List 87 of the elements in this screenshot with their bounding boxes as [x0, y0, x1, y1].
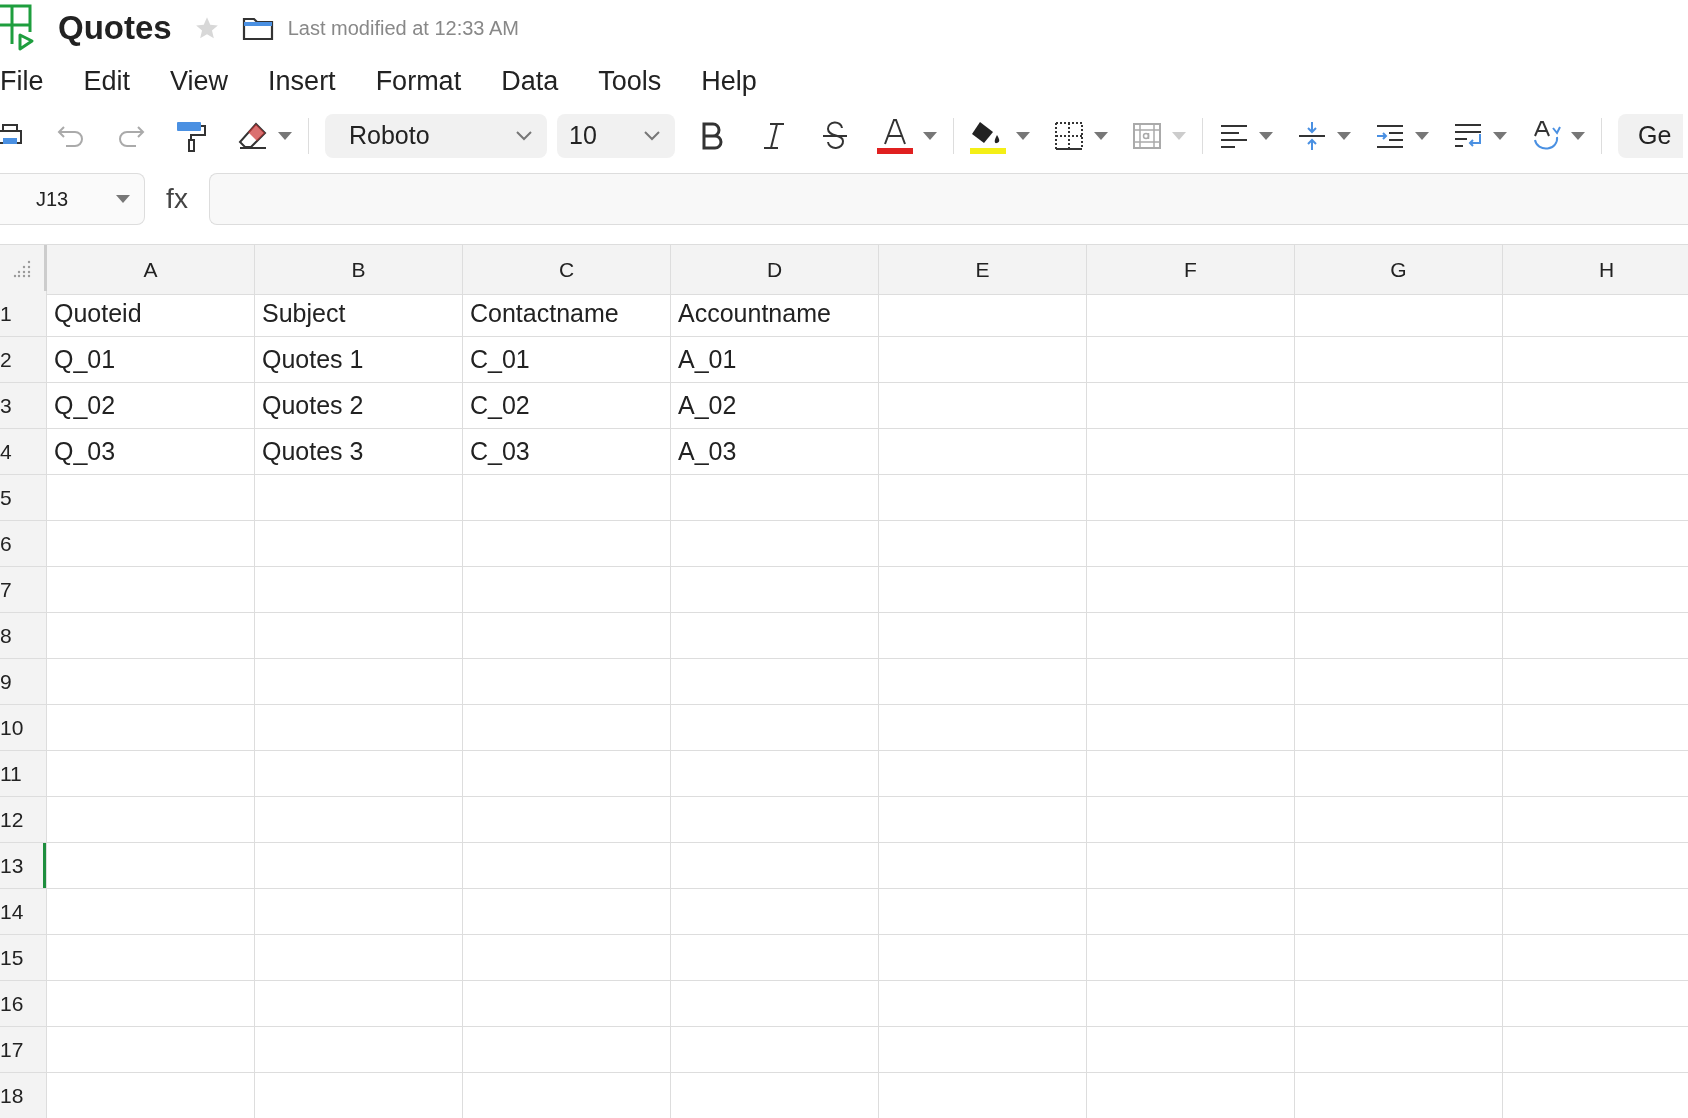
text-wrap-icon[interactable] [1453, 122, 1483, 150]
column-header[interactable]: A [47, 245, 255, 295]
caret-icon[interactable] [923, 132, 937, 140]
last-modified-text: Last modified at 12:33 AM [287, 16, 519, 41]
formula-label: fx [165, 182, 189, 216]
row-header[interactable]: 18 [0, 1073, 47, 1118]
caret-icon[interactable] [1016, 132, 1030, 140]
table-cell: C_01 [463, 337, 671, 383]
indent-icon[interactable] [1375, 123, 1405, 149]
column-header[interactable]: G [1295, 245, 1503, 295]
undo-icon[interactable] [56, 123, 86, 149]
row-header[interactable]: 6 [0, 521, 47, 567]
menu-item[interactable]: Format [355, 60, 482, 102]
row-header[interactable]: 15 [0, 935, 47, 981]
caret-icon[interactable] [278, 132, 292, 140]
column-header[interactable]: H [1503, 245, 1688, 295]
row-header[interactable]: 7 [0, 567, 47, 613]
text-rotation-icon[interactable] [1531, 120, 1561, 152]
font-size-dropdown[interactable]: 10 [557, 114, 675, 158]
row-header[interactable]: 9 [0, 659, 47, 705]
caret-icon[interactable] [1493, 132, 1507, 140]
column-header[interactable]: D [671, 245, 879, 295]
cell-name-box[interactable]: J13 [0, 173, 145, 225]
borders-icon[interactable] [1054, 121, 1084, 151]
row-header[interactable]: 13 [0, 843, 47, 889]
caret-icon[interactable] [1571, 132, 1585, 140]
merge-cells-icon[interactable] [1132, 121, 1162, 151]
eraser-icon[interactable] [238, 121, 268, 151]
menu-item[interactable]: View [150, 60, 249, 102]
table-cell: Quoteid [47, 291, 255, 337]
table-cell: Quotes 3 [255, 429, 463, 475]
vertical-align-icon[interactable] [1297, 120, 1327, 152]
caret-icon[interactable] [1259, 132, 1273, 140]
star-icon[interactable] [193, 15, 220, 41]
table-cell: Quotes 2 [255, 383, 463, 429]
table-cell: Q_02 [47, 383, 255, 429]
row-header[interactable]: 8 [0, 613, 47, 659]
redo-icon[interactable] [116, 123, 146, 149]
menu-item[interactable]: Edit [63, 60, 151, 102]
row-header[interactable]: 4 [0, 429, 47, 475]
column-header[interactable]: C [463, 245, 671, 295]
strikethrough-icon[interactable] [821, 121, 849, 151]
menu-item[interactable]: File [0, 60, 64, 102]
table-cell: A_02 [671, 383, 879, 429]
row-header[interactable]: 10 [0, 705, 47, 751]
chevron-down-icon [643, 130, 661, 142]
formula-input-field[interactable] [209, 173, 1688, 225]
table-cell: Q_01 [47, 337, 255, 383]
column-header[interactable]: F [1087, 245, 1295, 295]
table-cell: Contactname [463, 291, 671, 337]
chevron-down-icon [515, 130, 533, 142]
document-title: Quotes [58, 8, 172, 49]
row-header[interactable]: 11 [0, 751, 47, 797]
toolbar-button[interactable]: Ge [1618, 114, 1684, 158]
row-header[interactable]: 3 [0, 383, 47, 429]
caret-icon[interactable] [116, 195, 130, 203]
table-cell: Quotes 1 [255, 337, 463, 383]
row-header[interactable]: 14 [0, 889, 47, 935]
table-cell: C_02 [463, 383, 671, 429]
menu-item[interactable]: Insert [248, 60, 356, 102]
caret-icon[interactable] [1094, 132, 1108, 140]
column-header[interactable]: E [879, 245, 1087, 295]
grip-icon [13, 259, 31, 278]
table-cell: Accountname [671, 291, 879, 337]
caret-icon[interactable] [1337, 132, 1351, 140]
spreadsheet-logo-icon [0, 3, 36, 53]
folder-icon[interactable] [241, 15, 274, 41]
menu-item[interactable]: Tools [578, 60, 682, 102]
table-cell: Q_03 [47, 429, 255, 475]
table-cell: C_03 [463, 429, 671, 475]
row-header[interactable]: 1 [0, 291, 47, 337]
table-cell: A_01 [671, 337, 879, 383]
row-header[interactable]: 12 [0, 797, 47, 843]
row-header[interactable]: 16 [0, 981, 47, 1027]
font-dropdown[interactable]: Roboto [325, 114, 547, 158]
caret-icon[interactable] [1415, 132, 1429, 140]
align-left-icon[interactable] [1219, 123, 1249, 149]
row-header[interactable]: 17 [0, 1027, 47, 1073]
menu-item[interactable]: Help [681, 60, 777, 102]
table-cell: A_03 [671, 429, 879, 475]
paint-roller-icon[interactable] [176, 120, 208, 152]
row-header[interactable]: 5 [0, 475, 47, 521]
menu-item[interactable]: Data [481, 60, 579, 102]
row-header[interactable]: 2 [0, 337, 47, 383]
table-cell: Subject [255, 291, 463, 337]
text-color-icon[interactable] [877, 118, 913, 154]
column-header[interactable]: B [255, 245, 463, 295]
